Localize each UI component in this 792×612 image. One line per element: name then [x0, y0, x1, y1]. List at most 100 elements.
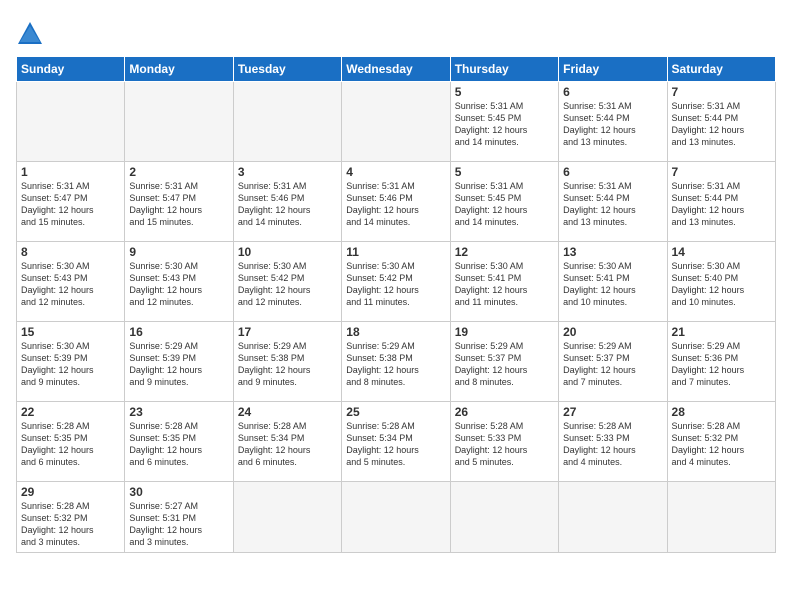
calendar-week-5: 29Sunrise: 5:28 AM Sunset: 5:32 PM Dayli… — [17, 482, 776, 553]
day-number: 12 — [455, 245, 554, 259]
page-container: SundayMondayTuesdayWednesdayThursdayFrid… — [0, 0, 792, 561]
cell-info: Sunrise: 5:31 AM Sunset: 5:47 PM Dayligh… — [21, 180, 120, 229]
calendar-cell: 3Sunrise: 5:31 AM Sunset: 5:46 PM Daylig… — [233, 162, 341, 242]
calendar-cell — [233, 482, 341, 553]
day-header-friday: Friday — [559, 57, 667, 82]
day-header-monday: Monday — [125, 57, 233, 82]
logo — [16, 20, 48, 48]
day-number: 24 — [238, 405, 337, 419]
cell-info: Sunrise: 5:31 AM Sunset: 5:44 PM Dayligh… — [563, 100, 662, 149]
calendar-cell: 9Sunrise: 5:30 AM Sunset: 5:43 PM Daylig… — [125, 242, 233, 322]
calendar-cell: 4Sunrise: 5:31 AM Sunset: 5:46 PM Daylig… — [342, 162, 450, 242]
cell-info: Sunrise: 5:28 AM Sunset: 5:34 PM Dayligh… — [346, 420, 445, 469]
day-number: 6 — [563, 85, 662, 99]
cell-info: Sunrise: 5:30 AM Sunset: 5:42 PM Dayligh… — [346, 260, 445, 309]
calendar-cell: 16Sunrise: 5:29 AM Sunset: 5:39 PM Dayli… — [125, 322, 233, 402]
cell-info: Sunrise: 5:28 AM Sunset: 5:34 PM Dayligh… — [238, 420, 337, 469]
calendar-cell: 8Sunrise: 5:30 AM Sunset: 5:43 PM Daylig… — [17, 242, 125, 322]
day-number: 8 — [21, 245, 120, 259]
cell-info: Sunrise: 5:31 AM Sunset: 5:44 PM Dayligh… — [672, 180, 771, 229]
cell-info: Sunrise: 5:31 AM Sunset: 5:45 PM Dayligh… — [455, 180, 554, 229]
cell-info: Sunrise: 5:28 AM Sunset: 5:32 PM Dayligh… — [21, 500, 120, 549]
calendar-week-3: 15Sunrise: 5:30 AM Sunset: 5:39 PM Dayli… — [17, 322, 776, 402]
cell-info: Sunrise: 5:28 AM Sunset: 5:35 PM Dayligh… — [21, 420, 120, 469]
calendar-cell — [559, 482, 667, 553]
calendar-cell — [342, 82, 450, 162]
calendar-week-4: 22Sunrise: 5:28 AM Sunset: 5:35 PM Dayli… — [17, 402, 776, 482]
day-number: 18 — [346, 325, 445, 339]
day-number: 3 — [238, 165, 337, 179]
day-number: 29 — [21, 485, 120, 499]
day-header-thursday: Thursday — [450, 57, 558, 82]
cell-info: Sunrise: 5:30 AM Sunset: 5:41 PM Dayligh… — [455, 260, 554, 309]
day-number: 27 — [563, 405, 662, 419]
calendar-week-2: 8Sunrise: 5:30 AM Sunset: 5:43 PM Daylig… — [17, 242, 776, 322]
day-number: 15 — [21, 325, 120, 339]
day-number: 26 — [455, 405, 554, 419]
calendar-cell: 1Sunrise: 5:31 AM Sunset: 5:47 PM Daylig… — [17, 162, 125, 242]
day-number: 14 — [672, 245, 771, 259]
day-number: 17 — [238, 325, 337, 339]
day-number: 10 — [238, 245, 337, 259]
day-number: 7 — [672, 165, 771, 179]
day-number: 23 — [129, 405, 228, 419]
calendar-cell: 26Sunrise: 5:28 AM Sunset: 5:33 PM Dayli… — [450, 402, 558, 482]
cell-info: Sunrise: 5:30 AM Sunset: 5:42 PM Dayligh… — [238, 260, 337, 309]
cell-info: Sunrise: 5:30 AM Sunset: 5:39 PM Dayligh… — [21, 340, 120, 389]
calendar-cell: 30Sunrise: 5:27 AM Sunset: 5:31 PM Dayli… — [125, 482, 233, 553]
day-number: 4 — [346, 165, 445, 179]
calendar-cell: 24Sunrise: 5:28 AM Sunset: 5:34 PM Dayli… — [233, 402, 341, 482]
calendar-cell: 6Sunrise: 5:31 AM Sunset: 5:44 PM Daylig… — [559, 162, 667, 242]
day-number: 13 — [563, 245, 662, 259]
cell-info: Sunrise: 5:28 AM Sunset: 5:33 PM Dayligh… — [563, 420, 662, 469]
calendar-cell: 12Sunrise: 5:30 AM Sunset: 5:41 PM Dayli… — [450, 242, 558, 322]
calendar-cell: 5Sunrise: 5:31 AM Sunset: 5:45 PM Daylig… — [450, 162, 558, 242]
cell-info: Sunrise: 5:29 AM Sunset: 5:39 PM Dayligh… — [129, 340, 228, 389]
day-number: 28 — [672, 405, 771, 419]
calendar-cell: 21Sunrise: 5:29 AM Sunset: 5:36 PM Dayli… — [667, 322, 775, 402]
calendar-cell: 19Sunrise: 5:29 AM Sunset: 5:37 PM Dayli… — [450, 322, 558, 402]
day-number: 7 — [672, 85, 771, 99]
calendar-week-0: 5Sunrise: 5:31 AM Sunset: 5:45 PM Daylig… — [17, 82, 776, 162]
calendar-cell: 6Sunrise: 5:31 AM Sunset: 5:44 PM Daylig… — [559, 82, 667, 162]
calendar-cell: 11Sunrise: 5:30 AM Sunset: 5:42 PM Dayli… — [342, 242, 450, 322]
calendar-cell — [667, 482, 775, 553]
calendar-cell: 15Sunrise: 5:30 AM Sunset: 5:39 PM Dayli… — [17, 322, 125, 402]
day-number: 21 — [672, 325, 771, 339]
cell-info: Sunrise: 5:31 AM Sunset: 5:44 PM Dayligh… — [563, 180, 662, 229]
cell-info: Sunrise: 5:29 AM Sunset: 5:37 PM Dayligh… — [455, 340, 554, 389]
calendar-cell: 5Sunrise: 5:31 AM Sunset: 5:45 PM Daylig… — [450, 82, 558, 162]
day-number: 1 — [21, 165, 120, 179]
day-number: 22 — [21, 405, 120, 419]
day-header-wednesday: Wednesday — [342, 57, 450, 82]
calendar-cell — [450, 482, 558, 553]
day-header-saturday: Saturday — [667, 57, 775, 82]
cell-info: Sunrise: 5:31 AM Sunset: 5:46 PM Dayligh… — [238, 180, 337, 229]
calendar-cell: 27Sunrise: 5:28 AM Sunset: 5:33 PM Dayli… — [559, 402, 667, 482]
day-number: 5 — [455, 85, 554, 99]
day-number: 30 — [129, 485, 228, 499]
calendar-cell: 22Sunrise: 5:28 AM Sunset: 5:35 PM Dayli… — [17, 402, 125, 482]
calendar-cell — [233, 82, 341, 162]
calendar-cell: 18Sunrise: 5:29 AM Sunset: 5:38 PM Dayli… — [342, 322, 450, 402]
calendar-cell — [17, 82, 125, 162]
day-number: 16 — [129, 325, 228, 339]
calendar-table: SundayMondayTuesdayWednesdayThursdayFrid… — [16, 56, 776, 553]
calendar-cell: 20Sunrise: 5:29 AM Sunset: 5:37 PM Dayli… — [559, 322, 667, 402]
calendar-cell: 7Sunrise: 5:31 AM Sunset: 5:44 PM Daylig… — [667, 162, 775, 242]
calendar-cell: 10Sunrise: 5:30 AM Sunset: 5:42 PM Dayli… — [233, 242, 341, 322]
calendar-cell: 13Sunrise: 5:30 AM Sunset: 5:41 PM Dayli… — [559, 242, 667, 322]
day-header-tuesday: Tuesday — [233, 57, 341, 82]
cell-info: Sunrise: 5:30 AM Sunset: 5:40 PM Dayligh… — [672, 260, 771, 309]
calendar-cell: 25Sunrise: 5:28 AM Sunset: 5:34 PM Dayli… — [342, 402, 450, 482]
cell-info: Sunrise: 5:28 AM Sunset: 5:35 PM Dayligh… — [129, 420, 228, 469]
cell-info: Sunrise: 5:30 AM Sunset: 5:43 PM Dayligh… — [21, 260, 120, 309]
calendar-cell — [125, 82, 233, 162]
calendar-week-1: 1Sunrise: 5:31 AM Sunset: 5:47 PM Daylig… — [17, 162, 776, 242]
cell-info: Sunrise: 5:31 AM Sunset: 5:47 PM Dayligh… — [129, 180, 228, 229]
calendar-cell — [342, 482, 450, 553]
day-number: 5 — [455, 165, 554, 179]
cell-info: Sunrise: 5:29 AM Sunset: 5:37 PM Dayligh… — [563, 340, 662, 389]
cell-info: Sunrise: 5:28 AM Sunset: 5:32 PM Dayligh… — [672, 420, 771, 469]
calendar-cell: 17Sunrise: 5:29 AM Sunset: 5:38 PM Dayli… — [233, 322, 341, 402]
